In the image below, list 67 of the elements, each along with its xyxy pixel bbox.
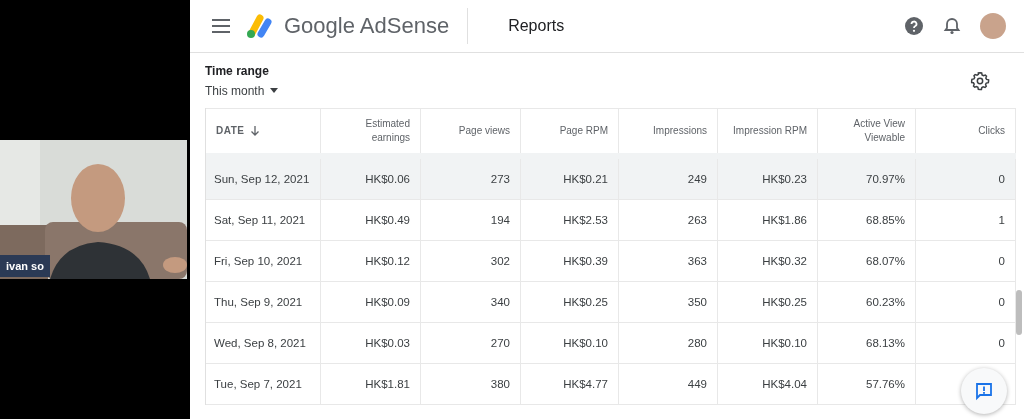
table-cell: 263 bbox=[619, 200, 718, 240]
column-header[interactable]: Impressions bbox=[619, 109, 718, 153]
table-cell: 68.07% bbox=[818, 241, 916, 281]
column-header[interactable]: Clicks bbox=[916, 109, 1016, 153]
table-cell: HK$2.53 bbox=[521, 200, 619, 240]
table-cell: Tue, Sep 7, 2021 bbox=[206, 364, 321, 404]
table-cell: 249 bbox=[619, 159, 718, 199]
brand-name: Google AdSense bbox=[284, 13, 450, 39]
table-cell: 0 bbox=[916, 241, 1016, 281]
table-cell: Sun, Sep 12, 2021 bbox=[206, 159, 321, 199]
table-cell: HK$0.32 bbox=[718, 241, 818, 281]
table-cell: HK$4.77 bbox=[521, 364, 619, 404]
table-cell: HK$0.25 bbox=[521, 282, 619, 322]
table-cell: Fri, Sep 10, 2021 bbox=[206, 241, 321, 281]
table-cell: 350 bbox=[619, 282, 718, 322]
caret-icon bbox=[270, 88, 279, 93]
table-cell: 449 bbox=[619, 364, 718, 404]
table-cell: HK$0.21 bbox=[521, 159, 619, 199]
table-cell: 68.13% bbox=[818, 323, 916, 363]
column-header[interactable]: Page views bbox=[421, 109, 521, 153]
table-cell: HK$0.10 bbox=[521, 323, 619, 363]
table-cell: HK$0.25 bbox=[718, 282, 818, 322]
table-cell: 273 bbox=[421, 159, 521, 199]
column-header[interactable]: DATE bbox=[206, 109, 321, 153]
table-cell: 1 bbox=[916, 200, 1016, 240]
time-range-dropdown[interactable]: This month bbox=[205, 83, 279, 98]
table-cell: 363 bbox=[619, 241, 718, 281]
table-cell: HK$0.10 bbox=[718, 323, 818, 363]
table-cell: HK$0.09 bbox=[321, 282, 421, 322]
table-cell: Wed, Sep 8, 2021 bbox=[206, 323, 321, 363]
menu-icon[interactable] bbox=[212, 19, 230, 33]
table-cell: HK$0.23 bbox=[718, 159, 818, 199]
table-cell: 302 bbox=[421, 241, 521, 281]
participant-name: ivan so bbox=[0, 255, 50, 277]
page-title: Reports bbox=[508, 17, 565, 35]
column-header[interactable]: Page RPM bbox=[521, 109, 619, 153]
table-cell: 270 bbox=[421, 323, 521, 363]
table-cell: 194 bbox=[421, 200, 521, 240]
filter-label: Time range bbox=[205, 63, 270, 78]
table-cell: HK$0.12 bbox=[321, 241, 421, 281]
table-cell: 380 bbox=[421, 364, 521, 404]
column-header[interactable]: Impression RPM bbox=[718, 109, 818, 153]
column-header[interactable]: Estimated earnings bbox=[321, 109, 421, 153]
scrollbar-thumb[interactable] bbox=[1016, 290, 1022, 335]
table-cell: HK$0.49 bbox=[321, 200, 421, 240]
settings-icon[interactable] bbox=[970, 70, 990, 91]
table-cell: HK$0.06 bbox=[321, 159, 421, 199]
table-cell: HK$0.39 bbox=[521, 241, 619, 281]
table-cell: HK$1.81 bbox=[321, 364, 421, 404]
help-icon[interactable] bbox=[904, 16, 924, 36]
logo-icon bbox=[246, 13, 274, 39]
table-cell: 280 bbox=[619, 323, 718, 363]
table-cell: 340 bbox=[421, 282, 521, 322]
bell-icon[interactable] bbox=[942, 16, 962, 36]
feedback-button[interactable] bbox=[961, 368, 1007, 414]
table-cell: HK$1.86 bbox=[718, 200, 818, 240]
table-cell: Thu, Sep 9, 2021 bbox=[206, 282, 321, 322]
column-header[interactable]: Active View Viewable bbox=[818, 109, 916, 153]
table-cell: HK$4.04 bbox=[718, 364, 818, 404]
table-cell: Sat, Sep 11, 2021 bbox=[206, 200, 321, 240]
table-cell: 60.23% bbox=[818, 282, 916, 322]
table-cell: 68.85% bbox=[818, 200, 916, 240]
table-cell: 70.97% bbox=[818, 159, 916, 199]
table-cell: HK$0.03 bbox=[321, 323, 421, 363]
feedback-icon bbox=[974, 381, 994, 401]
table-cell: 57.76% bbox=[818, 364, 916, 404]
table-cell: 0 bbox=[916, 159, 1016, 199]
